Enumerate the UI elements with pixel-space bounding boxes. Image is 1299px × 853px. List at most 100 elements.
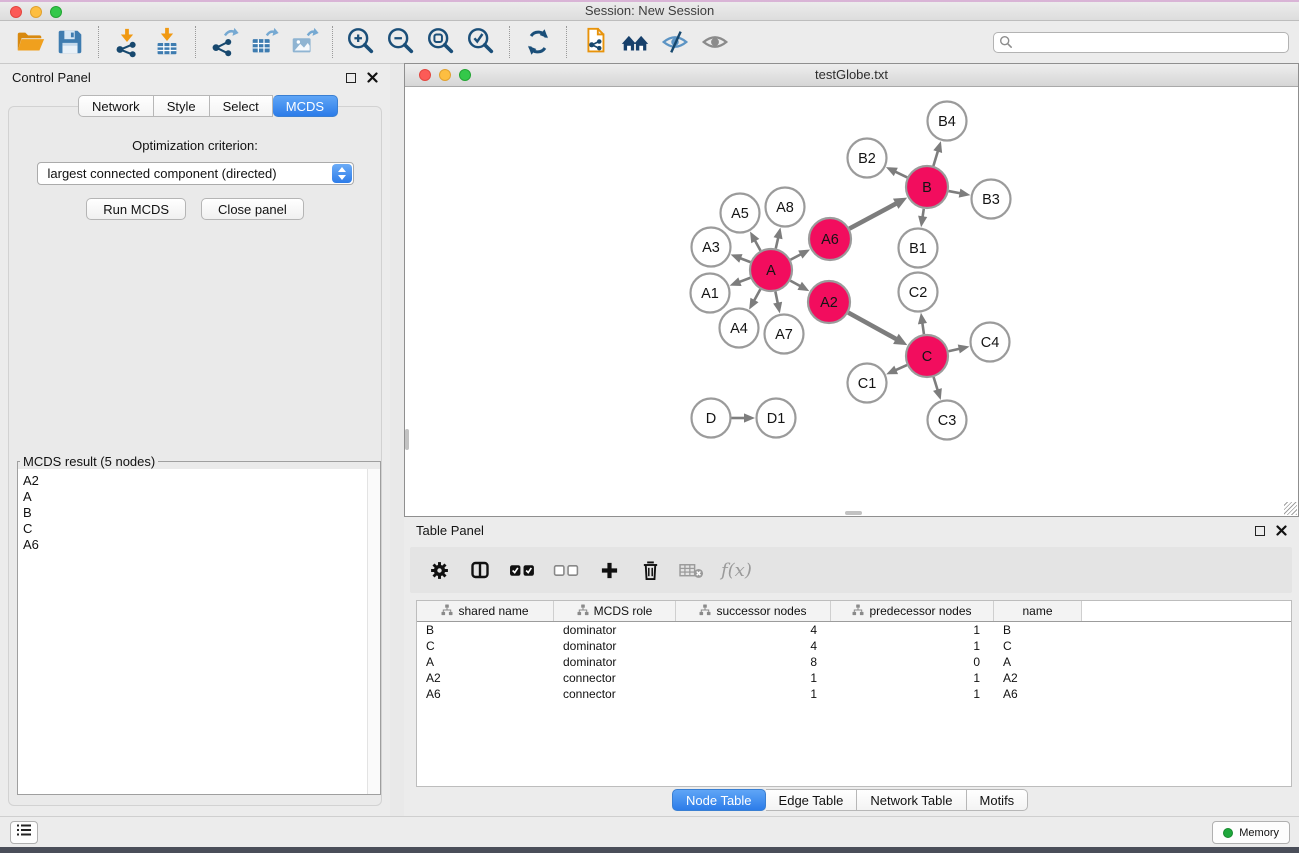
table-cell[interactable]: B bbox=[417, 622, 554, 638]
network-vertical-scroll-thumb[interactable] bbox=[405, 429, 409, 450]
network-canvas[interactable]: AA1A2A3A4A5A6A7A8BB1B2B3B4CC1C2C3C4DD1 bbox=[405, 87, 1298, 516]
table-cell[interactable]: connector bbox=[554, 670, 676, 686]
zoom-in-button[interactable] bbox=[341, 23, 381, 61]
mcds-result-item[interactable]: C bbox=[18, 521, 380, 537]
close-table-panel-icon[interactable] bbox=[1276, 525, 1287, 536]
network-view-titlebar[interactable]: testGlobe.txt bbox=[405, 64, 1298, 87]
table-cell[interactable]: 1 bbox=[831, 638, 994, 654]
mcds-result-item[interactable]: B bbox=[18, 505, 380, 521]
delete-table-button[interactable] bbox=[679, 555, 704, 585]
table-cell[interactable]: connector bbox=[554, 686, 676, 702]
mcds-result-item[interactable]: A bbox=[18, 489, 380, 505]
select-all-rows-button[interactable] bbox=[509, 555, 536, 585]
table-cell[interactable]: 1 bbox=[831, 622, 994, 638]
table-row[interactable]: A2connector11A2 bbox=[417, 670, 1291, 686]
network-close-button[interactable] bbox=[419, 69, 431, 81]
deselect-all-rows-button[interactable] bbox=[553, 555, 580, 585]
search-input[interactable] bbox=[993, 32, 1289, 53]
edge-C-C3[interactable] bbox=[934, 377, 938, 391]
edge-A6-B[interactable] bbox=[849, 203, 897, 229]
tab-mcds[interactable]: MCDS bbox=[273, 95, 338, 117]
table-cell[interactable]: A2 bbox=[417, 670, 554, 686]
table-cell[interactable]: C bbox=[994, 638, 1082, 654]
task-history-button[interactable] bbox=[10, 821, 38, 844]
table-settings-button[interactable] bbox=[427, 555, 451, 585]
home-view-button[interactable] bbox=[615, 23, 655, 61]
table-cell[interactable]: 1 bbox=[676, 670, 831, 686]
column-layout-button[interactable] bbox=[468, 555, 492, 585]
table-cell[interactable]: A bbox=[417, 654, 554, 670]
import-network-button[interactable] bbox=[107, 23, 147, 61]
edge-B-B4[interactable] bbox=[933, 150, 938, 166]
hide-graphics-details-button[interactable] bbox=[655, 23, 695, 61]
float-table-panel-icon[interactable] bbox=[1255, 526, 1265, 536]
tab-network[interactable]: Network bbox=[78, 95, 154, 117]
delete-column-button[interactable] bbox=[638, 555, 662, 585]
table-cell[interactable]: 4 bbox=[676, 622, 831, 638]
result-scrollbar[interactable] bbox=[367, 469, 380, 794]
export-table-button[interactable] bbox=[244, 23, 284, 61]
mcds-result-item[interactable]: A2 bbox=[18, 473, 380, 489]
edge-A-A4[interactable] bbox=[753, 289, 760, 301]
tab-network-table[interactable]: Network Table bbox=[857, 789, 966, 811]
network-zoom-button[interactable] bbox=[459, 69, 471, 81]
table-cell[interactable]: dominator bbox=[554, 654, 676, 670]
mcds-result-item[interactable]: A6 bbox=[18, 537, 380, 553]
column-header-name[interactable]: name bbox=[994, 601, 1082, 621]
close-panel-icon[interactable] bbox=[367, 72, 378, 83]
tab-edge-table[interactable]: Edge Table bbox=[766, 789, 858, 811]
table-row[interactable]: Adominator80A bbox=[417, 654, 1291, 670]
table-cell[interactable]: A6 bbox=[417, 686, 554, 702]
save-session-button[interactable] bbox=[50, 23, 90, 61]
zoom-fit-button[interactable] bbox=[421, 23, 461, 61]
table-cell[interactable]: 4 bbox=[676, 638, 831, 654]
refresh-layout-button[interactable] bbox=[518, 23, 558, 61]
table-row[interactable]: A6connector11A6 bbox=[417, 686, 1291, 702]
add-column-button[interactable] bbox=[597, 555, 621, 585]
run-mcds-button[interactable]: Run MCDS bbox=[86, 198, 186, 220]
zoom-selected-button[interactable] bbox=[461, 23, 501, 61]
mcds-result-list-box[interactable]: A2ABCA6 bbox=[18, 469, 380, 794]
edge-A2-C[interactable] bbox=[848, 313, 897, 340]
new-network-from-file-button[interactable] bbox=[575, 23, 615, 61]
import-table-button[interactable] bbox=[147, 23, 187, 61]
tab-select[interactable]: Select bbox=[210, 95, 273, 117]
minimize-window-button[interactable] bbox=[30, 6, 42, 18]
function-builder-button[interactable]: f(x) bbox=[721, 555, 752, 585]
tab-node-table[interactable]: Node Table bbox=[672, 789, 766, 811]
table-cell[interactable]: dominator bbox=[554, 622, 676, 638]
export-image-button[interactable] bbox=[284, 23, 324, 61]
network-horizontal-scroll-thumb[interactable] bbox=[845, 511, 862, 515]
column-header-mcds-role[interactable]: MCDS role bbox=[554, 601, 676, 621]
table-cell[interactable]: A2 bbox=[994, 670, 1082, 686]
table-cell[interactable]: 8 bbox=[676, 654, 831, 670]
zoom-window-button[interactable] bbox=[50, 6, 62, 18]
table-row[interactable]: Bdominator41B bbox=[417, 622, 1291, 638]
tab-style[interactable]: Style bbox=[154, 95, 210, 117]
column-header-shared-name[interactable]: shared name bbox=[417, 601, 554, 621]
table-cell[interactable]: B bbox=[994, 622, 1082, 638]
float-panel-icon[interactable] bbox=[346, 73, 356, 83]
close-window-button[interactable] bbox=[10, 6, 22, 18]
column-header-predecessor-nodes[interactable]: predecessor nodes bbox=[831, 601, 994, 621]
table-cell[interactable]: C bbox=[417, 638, 554, 654]
network-minimize-button[interactable] bbox=[439, 69, 451, 81]
table-cell[interactable]: 1 bbox=[831, 670, 994, 686]
show-graphics-details-button[interactable] bbox=[695, 23, 735, 61]
resize-grip[interactable] bbox=[1284, 502, 1297, 515]
column-header-successor-nodes[interactable]: successor nodes bbox=[676, 601, 831, 621]
table-cell[interactable]: 1 bbox=[676, 686, 831, 702]
open-file-button[interactable] bbox=[10, 23, 50, 61]
table-cell[interactable]: A6 bbox=[994, 686, 1082, 702]
optimization-criterion-select[interactable]: largest connected component (directed) bbox=[37, 162, 354, 185]
table-cell[interactable]: dominator bbox=[554, 638, 676, 654]
table-cell[interactable]: 0 bbox=[831, 654, 994, 670]
edge-B-B2[interactable] bbox=[894, 171, 907, 177]
close-panel-button[interactable]: Close panel bbox=[201, 198, 304, 220]
tab-motifs[interactable]: Motifs bbox=[967, 789, 1029, 811]
table-row[interactable]: Cdominator41C bbox=[417, 638, 1291, 654]
memory-button[interactable]: Memory bbox=[1212, 821, 1290, 844]
edge-C-C1[interactable] bbox=[894, 365, 907, 371]
zoom-out-button[interactable] bbox=[381, 23, 421, 61]
export-network-button[interactable] bbox=[204, 23, 244, 61]
